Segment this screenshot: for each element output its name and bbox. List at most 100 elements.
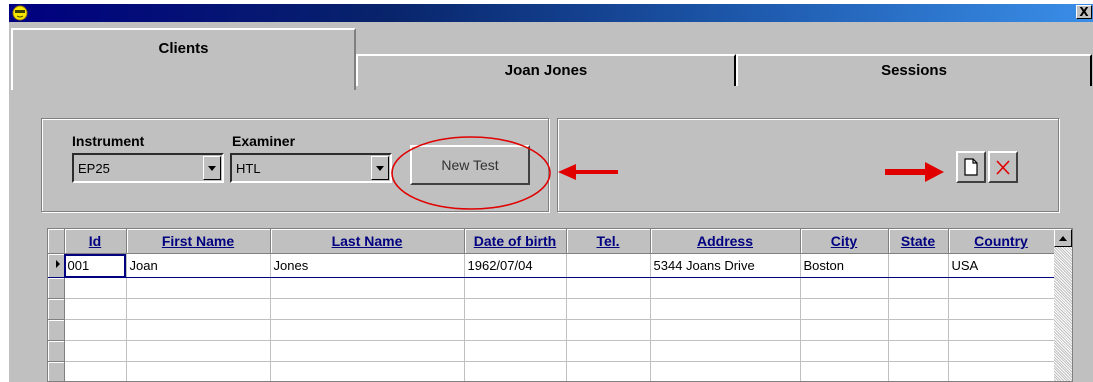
table-cell[interactable]	[650, 298, 801, 320]
table-cell[interactable]: Jones	[270, 253, 465, 278]
table-cell[interactable]	[566, 340, 651, 362]
table-cell[interactable]	[64, 361, 127, 381]
row-selector[interactable]	[48, 361, 65, 381]
title-bar[interactable]: X	[9, 4, 1093, 22]
vertical-scrollbar[interactable]	[1054, 229, 1072, 381]
row-selector[interactable]	[48, 340, 65, 362]
table-row[interactable]	[48, 361, 1055, 381]
table-row[interactable]	[48, 319, 1055, 341]
table-row[interactable]	[48, 340, 1055, 362]
row-selector[interactable]	[48, 319, 65, 341]
column-header[interactable]: First Name	[126, 229, 271, 254]
row-selector[interactable]	[48, 277, 65, 299]
table-cell[interactable]	[948, 361, 1055, 381]
table-cell[interactable]	[270, 340, 465, 362]
table-cell[interactable]: 1962/07/04	[464, 253, 567, 278]
table-cell[interactable]	[948, 277, 1055, 299]
tab-joan-jones[interactable]: Joan Jones	[356, 54, 736, 86]
instrument-value: EP25	[78, 161, 110, 176]
column-header[interactable]: Tel.	[566, 229, 651, 254]
table-cell[interactable]	[126, 340, 271, 362]
scroll-up-button[interactable]	[1054, 229, 1072, 247]
table-cell[interactable]	[270, 277, 465, 299]
instrument-select[interactable]: EP25	[72, 153, 224, 183]
table-row[interactable]: 001 Joan Jones 1962/07/04 5344 Joans Dri…	[48, 253, 1055, 278]
table-cell[interactable]	[888, 253, 949, 278]
table-cell[interactable]	[126, 277, 271, 299]
table-cell[interactable]	[650, 361, 801, 381]
table-row[interactable]	[48, 298, 1055, 320]
table-cell[interactable]: 5344 Joans Drive	[650, 253, 801, 278]
table-cell[interactable]: 001	[64, 253, 127, 278]
table-cell[interactable]	[888, 319, 949, 341]
table-cell[interactable]	[126, 319, 271, 341]
current-row-pointer-icon	[56, 260, 60, 268]
app-face-icon	[12, 5, 28, 21]
table-cell[interactable]	[566, 298, 651, 320]
actions-panel	[557, 118, 1059, 212]
close-button[interactable]: X	[1076, 5, 1092, 19]
column-header[interactable]: City	[800, 229, 889, 254]
table-cell[interactable]	[464, 319, 567, 341]
table-cell[interactable]	[800, 319, 889, 341]
table-cell[interactable]	[126, 298, 271, 320]
column-header[interactable]: Date of birth	[464, 229, 567, 254]
table-cell[interactable]	[650, 277, 801, 299]
column-header[interactable]: Country	[948, 229, 1055, 254]
column-header[interactable]: Id	[64, 229, 127, 254]
table-cell[interactable]	[464, 340, 567, 362]
table-cell[interactable]	[64, 298, 127, 320]
table-cell[interactable]	[888, 361, 949, 381]
clients-table[interactable]: Id First Name Last Name Date of birth Te…	[47, 228, 1073, 382]
table-cell[interactable]	[464, 361, 567, 381]
row-selector-header	[48, 229, 65, 254]
table-cell[interactable]	[464, 277, 567, 299]
table-cell[interactable]	[270, 361, 465, 381]
table-cell[interactable]	[566, 277, 651, 299]
table-cell[interactable]	[800, 340, 889, 362]
table-cell[interactable]	[64, 277, 127, 299]
row-selector[interactable]	[48, 298, 65, 320]
table-cell[interactable]	[64, 340, 127, 362]
table-cell[interactable]	[270, 298, 465, 320]
table-cell[interactable]	[888, 277, 949, 299]
new-test-button[interactable]: New Test	[410, 145, 530, 185]
table-cell[interactable]	[800, 298, 889, 320]
tab-bar: Clients Joan Jones Sessions	[9, 28, 1093, 90]
delete-record-button[interactable]	[988, 151, 1018, 183]
table-cell[interactable]	[800, 361, 889, 381]
table-cell[interactable]	[566, 319, 651, 341]
table-cell[interactable]: Joan	[126, 253, 271, 278]
table-cell[interactable]: Boston	[800, 253, 889, 278]
table-cell[interactable]	[888, 298, 949, 320]
new-record-button[interactable]	[956, 151, 986, 183]
column-header[interactable]: Address	[650, 229, 801, 254]
column-header[interactable]: Last Name	[270, 229, 465, 254]
tab-sessions[interactable]: Sessions	[736, 54, 1092, 86]
chevron-down-icon[interactable]	[203, 156, 221, 180]
table-cell[interactable]	[566, 253, 651, 278]
table-cell[interactable]	[64, 319, 127, 341]
table-cell[interactable]	[650, 340, 801, 362]
table-header-row: Id First Name Last Name Date of birth Te…	[48, 229, 1055, 254]
new-document-icon	[964, 158, 978, 176]
table-cell[interactable]	[650, 319, 801, 341]
examiner-label: Examiner	[232, 133, 296, 149]
table-cell[interactable]	[800, 277, 889, 299]
test-setup-panel: Instrument Examiner EP25 HTL New Test	[41, 118, 549, 212]
chevron-down-icon[interactable]	[371, 156, 389, 180]
tab-clients[interactable]: Clients	[11, 28, 356, 90]
column-header[interactable]: State	[888, 229, 949, 254]
table-cell[interactable]	[126, 361, 271, 381]
table-cell[interactable]: USA	[948, 253, 1055, 278]
table-cell[interactable]	[888, 340, 949, 362]
table-cell[interactable]	[948, 340, 1055, 362]
table-cell[interactable]	[270, 319, 465, 341]
table-cell[interactable]	[948, 319, 1055, 341]
row-selector[interactable]	[48, 253, 65, 278]
table-cell[interactable]	[566, 361, 651, 381]
examiner-select[interactable]: HTL	[230, 153, 392, 183]
table-row[interactable]	[48, 277, 1055, 299]
table-cell[interactable]	[948, 298, 1055, 320]
table-cell[interactable]	[464, 298, 567, 320]
